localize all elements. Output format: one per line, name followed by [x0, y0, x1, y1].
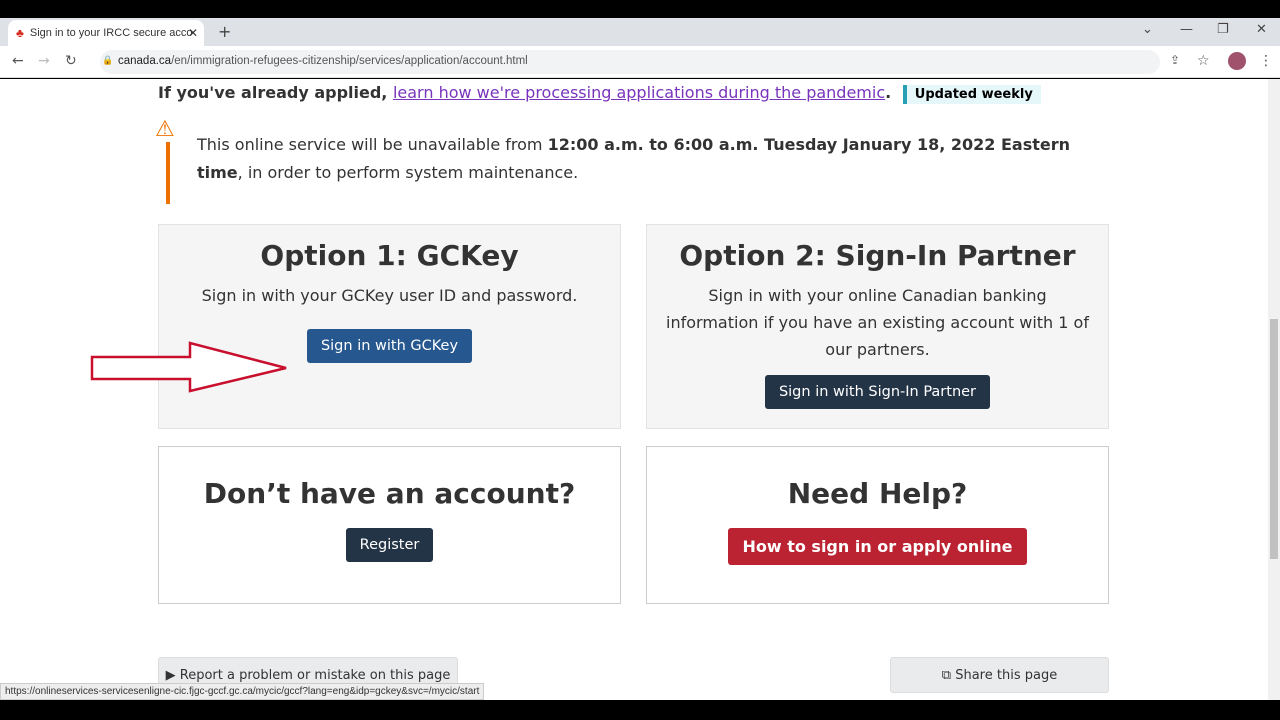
minimize-button[interactable]: — [1180, 22, 1193, 37]
register-button[interactable]: Register [345, 528, 434, 562]
triangle-right-icon: ▶ [165, 668, 180, 683]
warning-text: This online service will be unavailable … [197, 135, 548, 154]
reload-icon[interactable]: ↻ [65, 53, 77, 69]
option1-desc: Sign in with your GCKey user ID and pass… [201, 286, 578, 305]
warning-icon: ⚠ [155, 117, 175, 142]
back-icon[interactable]: ← [12, 53, 24, 69]
bookmark-star-icon[interactable]: ☆ [1197, 53, 1210, 69]
notice-text: If you've already applied, [158, 83, 388, 102]
url-path: /en/immigration-refugees-citizenship/ser… [171, 55, 528, 67]
pandemic-notice: If you've already applied, learn how we'… [158, 83, 1041, 104]
updated-badge: Updated weekly [902, 85, 1041, 104]
maple-leaf-icon: ♣ [16, 26, 24, 40]
share-page-button[interactable]: ⧉ Share this page [890, 657, 1109, 693]
share-icon[interactable]: ⇪ [1170, 53, 1180, 67]
sign-in-gckey-button[interactable]: Sign in with GCKey [306, 329, 473, 363]
tab-title: Sign in to your IRCC secure acco [29, 27, 193, 39]
help-card: Need Help? How to sign in or apply onlin… [646, 446, 1109, 604]
browser-tab[interactable]: ♣ Sign in to your IRCC secure acco ✕ [8, 20, 204, 46]
status-bar-url: https://onlineservices-servicesenligne-c… [0, 683, 485, 700]
menu-icon[interactable]: ⋮ [1259, 53, 1273, 69]
option2-card: Option 2: Sign-In Partner Sign in with y… [646, 224, 1109, 429]
restore-button[interactable]: ❐ [1217, 22, 1229, 37]
pandemic-link[interactable]: learn how we're processing applications … [393, 83, 885, 102]
close-tab-icon[interactable]: ✕ [188, 26, 198, 40]
report-label: Report a problem or mistake on this page [179, 668, 451, 683]
maintenance-warning: This online service will be unavailable … [197, 131, 1097, 187]
scrollbar-thumb[interactable] [1270, 319, 1278, 559]
tab-bar: ♣ Sign in to your IRCC secure acco ✕ + ⌄ —… [0, 18, 1280, 46]
option1-card: Option 1: GCKey Sign in with your GCKey … [158, 224, 621, 429]
new-tab-button[interactable]: + [218, 22, 231, 41]
option2-desc: Sign in with your online Canadian bankin… [666, 286, 1089, 359]
url-host: canada.ca [118, 55, 172, 67]
page-content: If you've already applied, learn how we'… [0, 79, 1268, 700]
register-title: Don’t have an account? [203, 477, 576, 510]
profile-avatar[interactable] [1228, 52, 1246, 70]
sign-in-partner-button[interactable]: Sign in with Sign-In Partner [764, 375, 991, 409]
scrollbar[interactable] [1268, 79, 1280, 700]
share-label: Share this page [955, 668, 1058, 683]
warning-text-end: , in order to perform system maintenance… [237, 163, 579, 182]
option2-title: Option 2: Sign-In Partner [679, 239, 1076, 272]
option1-title: Option 1: GCKey [260, 239, 519, 272]
forward-icon[interactable]: → [38, 53, 50, 69]
share-icon: ⧉ [941, 668, 956, 683]
address-bar-row: ← → ↻ 🔒 canada.ca/en/immigration-refugees… [0, 46, 1280, 78]
close-window-button[interactable]: ✕ [1256, 22, 1267, 37]
register-card: Don’t have an account? Register [158, 446, 621, 604]
url-input[interactable]: 🔒 canada.ca/en/immigration-refugees-citiz… [100, 50, 1160, 74]
how-to-sign-in-button[interactable]: How to sign in or apply online [728, 528, 1027, 565]
red-arrow-annotation [90, 341, 287, 393]
help-title: Need Help? [787, 477, 968, 510]
tab-search-icon[interactable]: ⌄ [1142, 22, 1153, 37]
lock-icon: 🔒 [102, 55, 114, 65]
